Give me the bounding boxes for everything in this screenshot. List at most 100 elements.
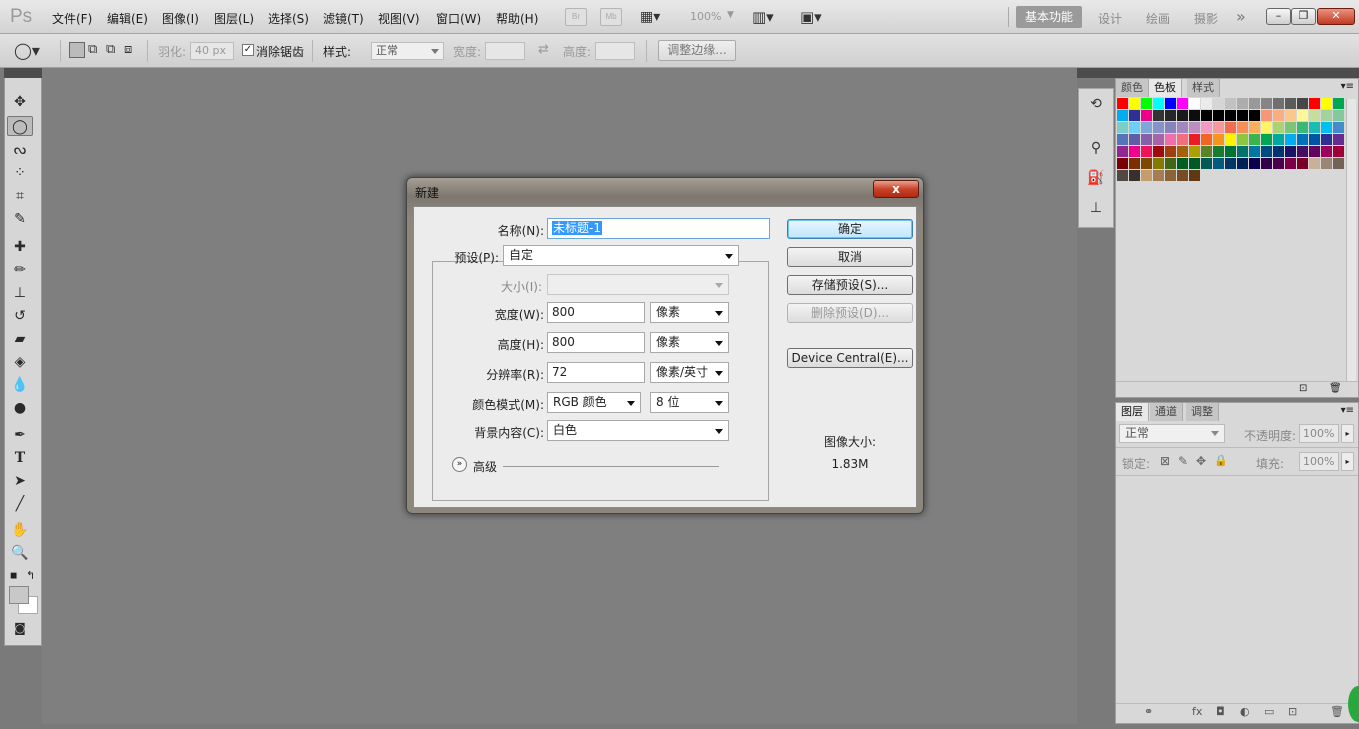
width-input[interactable]: 800 xyxy=(547,302,645,323)
advanced-expand-icon[interactable]: » xyxy=(452,457,467,472)
opacity-arrow-icon[interactable]: ▸ xyxy=(1341,424,1354,443)
menu-edit[interactable]: 编辑(E) xyxy=(107,10,148,27)
swatch-color[interactable] xyxy=(1177,170,1188,181)
swatch-color[interactable] xyxy=(1141,146,1152,157)
layer-style-icon[interactable]: fx xyxy=(1192,705,1202,718)
delete-swatch-icon[interactable]: 🗑 xyxy=(1329,383,1342,394)
swatch-color[interactable] xyxy=(1177,134,1188,145)
style-select[interactable]: 正常 xyxy=(371,42,444,60)
swatch-color[interactable] xyxy=(1225,98,1236,109)
swatch-color[interactable] xyxy=(1225,146,1236,157)
swatch-color[interactable] xyxy=(1273,122,1284,133)
crop-tool-icon[interactable]: ⌗ xyxy=(7,186,33,206)
swatch-color[interactable] xyxy=(1129,122,1140,133)
swatch-color[interactable] xyxy=(1129,158,1140,169)
swatch-color[interactable] xyxy=(1153,146,1164,157)
swatch-color[interactable] xyxy=(1129,110,1140,121)
lock-pixels-icon[interactable]: ✎ xyxy=(1178,454,1188,468)
new-layer-icon[interactable]: ⊡ xyxy=(1288,705,1297,718)
panel-menu-icon[interactable]: ▾≡ xyxy=(1341,405,1354,416)
swatch-color[interactable] xyxy=(1333,158,1344,169)
swatch-color[interactable] xyxy=(1273,134,1284,145)
subtract-from-selection-icon[interactable]: ⧉ xyxy=(106,42,115,57)
swatch-color[interactable] xyxy=(1201,134,1212,145)
swatch-color[interactable] xyxy=(1189,158,1200,169)
swatch-color[interactable] xyxy=(1117,98,1128,109)
swatch-color[interactable] xyxy=(1249,110,1260,121)
swatch-color[interactable] xyxy=(1297,98,1308,109)
swatch-color[interactable] xyxy=(1213,134,1224,145)
swatch-color[interactable] xyxy=(1129,98,1140,109)
collapsed-dock-header[interactable] xyxy=(1077,68,1115,78)
swatch-color[interactable] xyxy=(1201,98,1212,109)
ok-button[interactable]: 确定 xyxy=(787,219,913,239)
menu-help[interactable]: 帮助(H) xyxy=(496,10,538,27)
adjustment-layer-icon[interactable]: ◐ xyxy=(1240,705,1250,718)
mini-bridge-button[interactable]: Mb xyxy=(600,8,622,26)
dodge-tool-icon[interactable]: ● xyxy=(7,398,33,418)
close-button[interactable]: ✕ xyxy=(1317,8,1355,25)
swatch-color[interactable] xyxy=(1201,158,1212,169)
elliptical-marquee-tool-icon[interactable]: ◯ xyxy=(7,116,33,136)
swatch-color[interactable] xyxy=(1237,134,1248,145)
swatch-color[interactable] xyxy=(1153,98,1164,109)
background-select[interactable]: 白色 xyxy=(547,420,729,441)
swatch-color[interactable] xyxy=(1213,122,1224,133)
menu-window[interactable]: 窗口(W) xyxy=(436,10,481,27)
swatch-color[interactable] xyxy=(1165,98,1176,109)
swatch-color[interactable] xyxy=(1297,158,1308,169)
tab-layers[interactable]: 图层 xyxy=(1116,403,1149,421)
zoom-level[interactable]: 100% xyxy=(690,10,721,23)
menu-file[interactable]: 文件(F) xyxy=(52,10,92,27)
swatch-color[interactable] xyxy=(1285,110,1296,121)
swatch-color[interactable] xyxy=(1225,122,1236,133)
tools-panel-header[interactable] xyxy=(4,68,42,78)
move-tool-icon[interactable]: ✥ xyxy=(7,92,33,112)
width-input[interactable] xyxy=(485,42,525,60)
swatch-color[interactable] xyxy=(1165,146,1176,157)
swatch-color[interactable] xyxy=(1165,122,1176,133)
swatch-color[interactable] xyxy=(1333,134,1344,145)
swatch-color[interactable] xyxy=(1189,170,1200,181)
swatch-color[interactable] xyxy=(1261,98,1272,109)
swatch-color[interactable] xyxy=(1333,146,1344,157)
swatch-color[interactable] xyxy=(1333,122,1344,133)
refine-edge-button[interactable]: 调整边缘... xyxy=(658,40,736,61)
swatch-color[interactable] xyxy=(1309,98,1320,109)
swatch-color[interactable] xyxy=(1117,122,1128,133)
delete-layer-icon[interactable]: 🗑 xyxy=(1330,705,1344,718)
bridge-button[interactable]: Br xyxy=(565,8,587,26)
swatch-color[interactable] xyxy=(1117,146,1128,157)
swatch-color[interactable] xyxy=(1165,158,1176,169)
swatch-color[interactable] xyxy=(1321,158,1332,169)
swatch-color[interactable] xyxy=(1309,110,1320,121)
line-tool-icon[interactable]: ╱ xyxy=(7,494,33,514)
dialog-close-button[interactable]: x xyxy=(873,180,919,198)
swatch-color[interactable] xyxy=(1321,110,1332,121)
layer-mask-icon[interactable]: ◘ xyxy=(1216,705,1225,718)
swatches-scrollbar[interactable] xyxy=(1346,99,1356,381)
swatch-color[interactable] xyxy=(1237,122,1248,133)
swatch-color[interactable] xyxy=(1117,170,1128,181)
tab-swatches[interactable]: 色板 xyxy=(1149,79,1182,97)
default-colors-icon[interactable]: ◼ xyxy=(10,571,17,581)
swatch-color[interactable] xyxy=(1201,122,1212,133)
height-input[interactable]: 800 xyxy=(547,332,645,353)
swatch-color[interactable] xyxy=(1261,110,1272,121)
swatch-color[interactable] xyxy=(1297,134,1308,145)
swatch-color[interactable] xyxy=(1141,122,1152,133)
swatch-color[interactable] xyxy=(1321,98,1332,109)
swatch-color[interactable] xyxy=(1309,134,1320,145)
eyedropper-tool-icon[interactable]: ✎ xyxy=(7,209,33,229)
swatch-color[interactable] xyxy=(1309,146,1320,157)
swatch-color[interactable] xyxy=(1153,134,1164,145)
swatch-color[interactable] xyxy=(1285,134,1296,145)
quick-mask-icon[interactable]: ◙ xyxy=(7,618,33,638)
workspace-painting[interactable]: 绘画 xyxy=(1146,10,1170,27)
blur-tool-icon[interactable]: 💧 xyxy=(7,375,33,395)
swatch-color[interactable] xyxy=(1165,134,1176,145)
device-central-button[interactable]: Device Central(E)... xyxy=(787,348,913,368)
swatch-color[interactable] xyxy=(1285,146,1296,157)
link-layers-icon[interactable]: ⚭ xyxy=(1144,705,1153,718)
zoom-dropdown-icon[interactable]: ▼ xyxy=(727,10,734,20)
